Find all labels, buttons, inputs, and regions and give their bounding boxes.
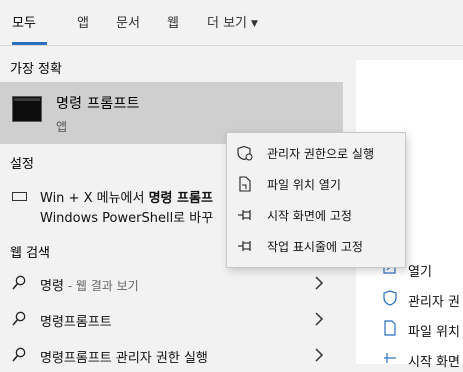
shield-icon (237, 145, 253, 161)
best-match-heading: 가장 정확 (10, 62, 62, 77)
chevron-right-icon[interactable] (314, 312, 324, 326)
search-icon (12, 347, 26, 362)
best-match-title: 명령 프롬프트 (56, 96, 140, 112)
details-action-open[interactable]: 열기 (408, 261, 432, 280)
settings-taskbar-icon (12, 192, 27, 201)
context-menu: 관리자 권한으로 실행 파일 위치 열기 시작 화면에 고정 작업 표시줄에 고… (226, 132, 406, 268)
settings-line1-bold: 명령 프롬프 (148, 191, 213, 206)
tab-documents[interactable]: 문서 (116, 12, 140, 31)
web-result-query: 명령 (40, 279, 64, 294)
settings-heading: 설정 (10, 157, 34, 172)
menu-item-label: 작업 표시줄에 고정 (267, 240, 363, 254)
search-icon (12, 275, 26, 290)
search-icon (12, 311, 26, 326)
web-result-suffix: - 웹 결과 보기 (63, 279, 139, 293)
chevron-down-icon: ▼ (251, 19, 258, 29)
active-tab-indicator (12, 42, 47, 45)
cmd-icon (12, 96, 42, 122)
chevron-right-icon[interactable] (314, 276, 324, 290)
chevron-right-icon[interactable] (314, 348, 324, 362)
settings-line1-prefix: Win + X 메뉴에서 (40, 191, 149, 206)
tab-apps[interactable]: 앱 (77, 12, 89, 31)
pin-icon (238, 241, 251, 251)
details-action-run-as-admin[interactable]: 관리자 권 (408, 291, 460, 310)
pin-icon (238, 210, 251, 220)
menu-item-pin-to-start[interactable]: 시작 화면에 고정 (227, 200, 405, 231)
web-result-text: 명령 - 웹 결과 보기 (40, 275, 139, 294)
file-location-icon (239, 176, 251, 192)
web-result-row[interactable]: 명령 - 웹 결과 보기 (0, 268, 343, 300)
details-action-pin-start[interactable]: 시작 화면 (408, 351, 460, 370)
tab-web[interactable]: 웹 (167, 12, 179, 31)
menu-item-open-file-location[interactable]: 파일 위치 열기 (227, 169, 405, 200)
best-match-subtitle: 앱 (56, 120, 68, 134)
web-search-heading: 웹 검색 (10, 246, 51, 261)
file-location-icon (384, 320, 396, 336)
menu-item-label: 시작 화면에 고정 (267, 209, 352, 223)
settings-result-line1[interactable]: Win + X 메뉴에서 명령 프롬프 (40, 187, 213, 206)
web-result-query: 명령프롬프트 관리자 권한 실행 (40, 351, 208, 366)
details-action-open-location[interactable]: 파일 위치 (408, 321, 460, 340)
menu-item-pin-to-taskbar[interactable]: 작업 표시줄에 고정 (227, 231, 405, 262)
settings-result-line2: Windows PowerShell로 바꾸 (40, 211, 214, 226)
search-tabs: 모두 앱 문서 웹 더 보기 ▼ (0, 0, 463, 46)
menu-item-label: 관리자 권한으로 실행 (267, 147, 374, 161)
tab-more-label: 더 보기 (207, 16, 248, 31)
tab-more[interactable]: 더 보기 ▼ (207, 12, 258, 31)
web-result-query: 명령프롬프트 (40, 315, 112, 330)
tab-all[interactable]: 모두 (12, 12, 36, 31)
menu-item-run-as-admin[interactable]: 관리자 권한으로 실행 (227, 138, 405, 169)
shield-icon (383, 290, 397, 306)
menu-item-label: 파일 위치 열기 (267, 178, 341, 192)
web-result-row[interactable]: 명령프롬프트 (0, 304, 343, 336)
web-result-row[interactable]: 명령프롬프트 관리자 권한 실행 (0, 340, 343, 372)
